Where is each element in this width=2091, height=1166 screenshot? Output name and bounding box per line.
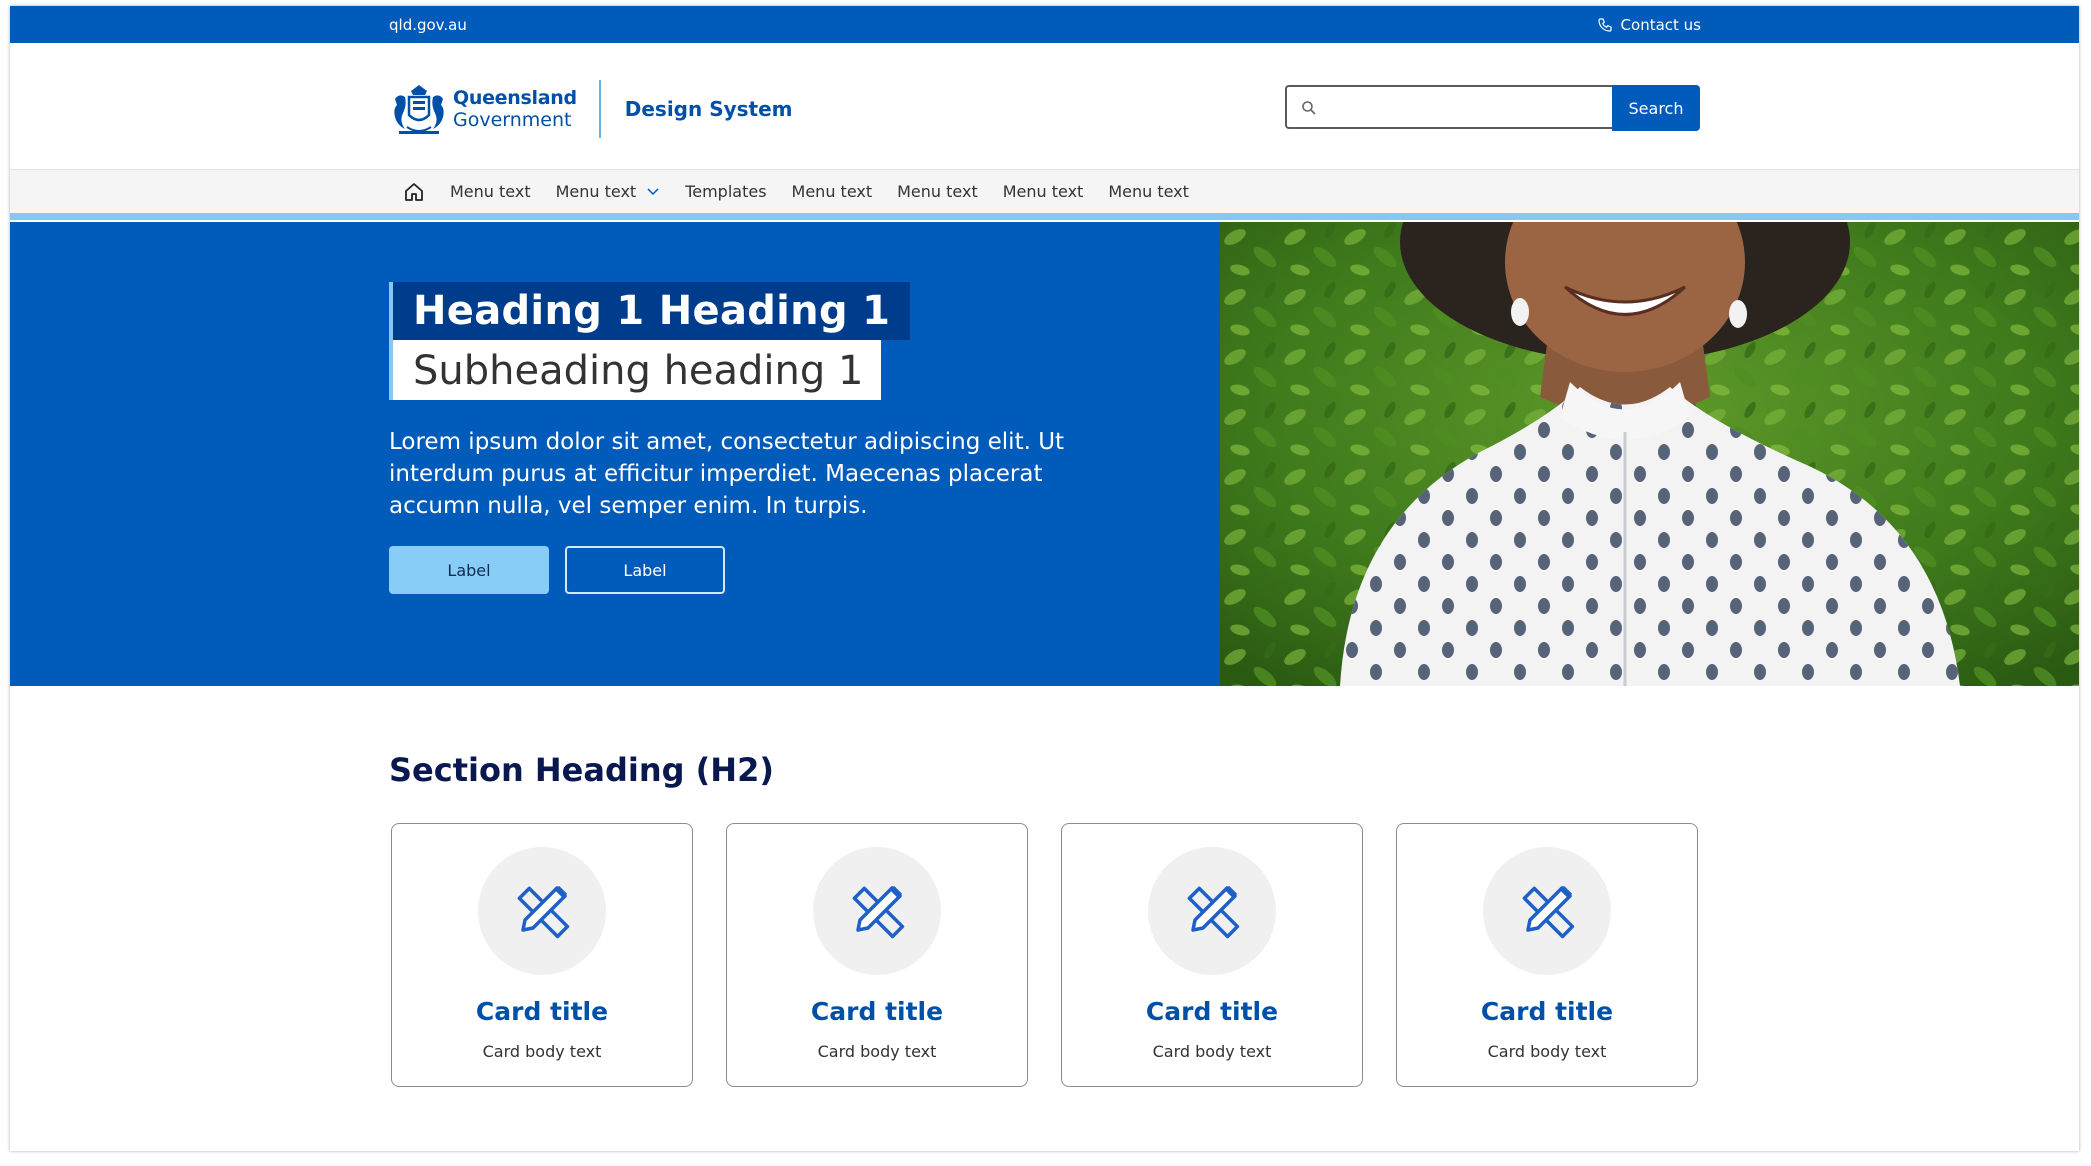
nav-item-label: Menu text: [791, 182, 873, 201]
card[interactable]: Card title Card body text: [1061, 823, 1363, 1087]
nav-item-label: Templates: [685, 182, 767, 201]
card-body: Card body text: [817, 1042, 937, 1061]
card-body: Card body text: [1487, 1042, 1607, 1061]
card-icon-circle: [1148, 847, 1276, 975]
nav-item-label: Menu text: [450, 182, 531, 201]
nav-item-label: Menu text: [1108, 182, 1189, 201]
ruler-pencil-icon: [1522, 885, 1575, 939]
search-input[interactable]: [1323, 93, 1607, 123]
search-icon: [1302, 101, 1316, 115]
card-body: Card body text: [482, 1042, 602, 1061]
hero-photo-illustration: [1220, 222, 2079, 686]
ruler-pencil-icon: [517, 885, 570, 939]
hero-banner: Heading 1 Heading 1 Subheading heading 1…: [10, 222, 2079, 686]
nav-item-label: Menu text: [1002, 182, 1084, 201]
chevron-down-icon: [647, 187, 659, 195]
logo-line-1: Queensland: [453, 87, 577, 109]
hero-subheading: Subheading heading 1: [389, 340, 882, 400]
page-frame: qld.gov.au Contact us Queensland Governm…: [10, 6, 2079, 1151]
site-name[interactable]: Design System: [625, 97, 793, 121]
logo-line-2: Government: [453, 109, 572, 131]
card[interactable]: Card title Card body text: [391, 823, 693, 1087]
hero-heading: Heading 1 Heading 1: [389, 282, 911, 340]
nav-home[interactable]: [390, 170, 438, 220]
hero-buttons: Label Label: [389, 546, 1149, 594]
nav-underline: [10, 213, 2079, 220]
card[interactable]: Card title Card body text: [1396, 823, 1698, 1087]
logo-divider: [598, 80, 601, 138]
primary-button[interactable]: Label: [389, 546, 549, 594]
main-navigation: Menu text Menu text Templates Menu text …: [10, 169, 2079, 220]
card-icon-circle: [813, 847, 941, 975]
section-heading: Section Heading (H2): [389, 751, 774, 789]
site-logo[interactable]: Queensland Government Design System: [389, 79, 793, 139]
nav-item-1[interactable]: Menu text: [450, 182, 531, 201]
search-button[interactable]: Search: [1612, 85, 1700, 131]
hero-image: [1220, 222, 2079, 686]
contact-link[interactable]: Contact us: [1597, 16, 1701, 34]
nav-item-2-dropdown[interactable]: Menu text: [556, 182, 661, 201]
card-icon-circle: [1483, 847, 1611, 975]
nav-item-templates[interactable]: Templates: [685, 182, 766, 201]
nav-item-5[interactable]: Menu text: [897, 182, 978, 201]
card-icon-circle: [478, 847, 606, 975]
phone-icon: [1597, 18, 1612, 32]
ruler-pencil-icon: [852, 885, 905, 939]
site-header: Queensland Government Design System Sear…: [10, 43, 2079, 169]
card[interactable]: Card title Card body text: [726, 823, 1028, 1087]
logo-wordmark: Queensland Government: [453, 87, 577, 131]
card-title: Card title: [1145, 997, 1279, 1026]
nav-item-6[interactable]: Menu text: [1003, 182, 1084, 201]
utility-bar: qld.gov.au Contact us: [10, 6, 2079, 43]
hero-content: Heading 1 Heading 1 Subheading heading 1…: [389, 282, 1149, 594]
contact-label: Contact us: [1620, 16, 1701, 34]
nav-item-label: Menu text: [555, 182, 637, 201]
ruler-pencil-icon: [1187, 885, 1240, 939]
card-title: Card title: [810, 997, 944, 1026]
home-icon: [405, 182, 423, 201]
hero-body-text: Lorem ipsum dolor sit amet, consectetur …: [389, 429, 1065, 519]
coat-of-arms-icon: [394, 85, 444, 134]
nav-items: Menu text Menu text Templates Menu text …: [390, 170, 1189, 220]
search-form: Search: [1285, 85, 1700, 131]
card-title: Card title: [475, 997, 609, 1026]
nav-item-4[interactable]: Menu text: [792, 182, 873, 201]
nav-item-7[interactable]: Menu text: [1108, 182, 1189, 201]
card-list: Card title Card body text Card title Car…: [391, 823, 1698, 1087]
secondary-button[interactable]: Label: [565, 546, 725, 594]
card-body: Card body text: [1152, 1042, 1272, 1061]
card-title: Card title: [1480, 997, 1614, 1026]
nav-item-label: Menu text: [897, 182, 978, 201]
search-field[interactable]: [1285, 85, 1612, 129]
site-link[interactable]: qld.gov.au: [389, 16, 467, 34]
